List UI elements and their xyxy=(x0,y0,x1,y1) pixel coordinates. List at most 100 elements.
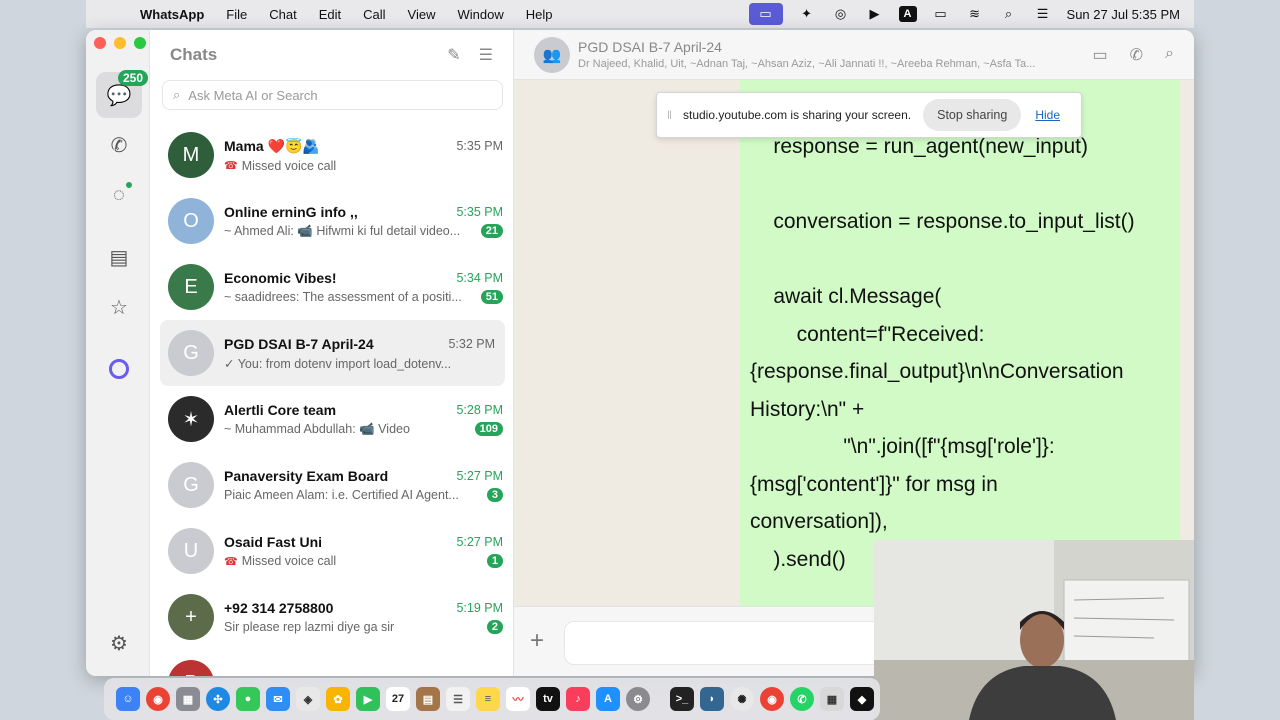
new-chat-icon[interactable]: ✎ xyxy=(447,45,460,65)
chat-row[interactable]: O Online erninG info ,, 5:35 PM ~ Ahmed … xyxy=(150,188,513,254)
conversation-header[interactable]: 👥 PGD DSAI B-7 April-24 Dr Najeed, Khali… xyxy=(514,30,1194,80)
facetime-icon[interactable]: ▶ xyxy=(356,687,380,711)
chat-avatar[interactable]: P xyxy=(168,660,214,676)
nav-meta-ai-button[interactable] xyxy=(96,346,142,392)
music-icon[interactable]: ♪ xyxy=(566,687,590,711)
app-store-icon[interactable]: A xyxy=(596,687,620,711)
nav-starred-button[interactable]: ☆ xyxy=(96,284,142,330)
hide-link[interactable]: Hide xyxy=(1035,108,1060,122)
app-icon[interactable]: ◆ xyxy=(850,687,874,711)
menu-help[interactable]: Help xyxy=(526,7,553,22)
code-line: conversation]), xyxy=(750,510,888,533)
battery-icon[interactable]: ▭ xyxy=(931,6,951,22)
finder-icon[interactable]: ☺ xyxy=(116,687,140,711)
wifi-icon[interactable]: ≋ xyxy=(965,6,985,22)
chat-avatar[interactable]: O xyxy=(168,198,214,244)
screen-share-status-icon[interactable]: ▭ xyxy=(748,3,783,25)
safari-icon[interactable]: ✣ xyxy=(206,687,230,711)
chat-time: 5:28 PM xyxy=(456,402,503,417)
nav-calls-button[interactable]: ✆ xyxy=(96,122,142,168)
chat-avatar[interactable]: M xyxy=(168,132,214,178)
chat-avatar[interactable]: + xyxy=(168,594,214,640)
menu-call[interactable]: Call xyxy=(363,7,385,22)
reminders-icon[interactable]: ☰ xyxy=(446,687,470,711)
play-status-icon[interactable]: ▶ xyxy=(865,6,885,22)
whatsapp-dock-icon[interactable]: ✆ xyxy=(790,687,814,711)
chat-avatar[interactable]: E xyxy=(168,264,214,310)
nav-status-button[interactable]: ◌ xyxy=(96,172,142,218)
chat-preview: ~ Ahmed Ali: 📹 Hifwmi ki ful detail vide… xyxy=(224,223,461,238)
search-input[interactable]: Ask Meta AI or Search xyxy=(188,88,317,103)
chrome-alt-icon[interactable]: ◉ xyxy=(760,687,784,711)
chats-title: Chats xyxy=(170,45,218,64)
avatar-label: G xyxy=(183,341,199,364)
voice-call-icon[interactable]: ✆ xyxy=(1130,45,1143,65)
chat-row[interactable]: G Panaversity Exam Board 5:27 PM Piaic A… xyxy=(150,452,513,518)
nav-archived-button[interactable]: ▤ xyxy=(96,234,142,280)
postgres-icon[interactable]: ◗ xyxy=(700,687,724,711)
chat-preview: ~ Muhammad Abdullah: 📹 Video xyxy=(224,421,410,436)
nav-settings-button[interactable]: ⚙ xyxy=(96,620,142,666)
avatar-label: G xyxy=(183,473,199,496)
video-call-icon[interactable]: ▭ xyxy=(1093,45,1108,65)
minimize-window-button[interactable] xyxy=(114,37,126,49)
maps-icon[interactable]: ◈ xyxy=(296,687,320,711)
stop-sharing-button[interactable]: Stop sharing xyxy=(923,99,1022,131)
launchpad-icon[interactable]: ▦ xyxy=(176,687,200,711)
search-messages-icon[interactable]: ⌕ xyxy=(1165,45,1174,65)
notes-brown-icon[interactable]: ▤ xyxy=(416,687,440,711)
chat-row[interactable]: E Economic Vibes! 5:34 PM ~ saadidrees: … xyxy=(150,254,513,320)
spotlight-search-icon[interactable]: ⌕ xyxy=(999,6,1019,22)
terminal-icon[interactable]: >_ xyxy=(670,687,694,711)
star-icon: ☆ xyxy=(110,296,128,319)
notes-icon[interactable]: ≡ xyxy=(476,687,500,711)
nav-chats-button[interactable]: 💬 250 xyxy=(96,70,149,118)
chat-avatar[interactable]: G xyxy=(168,330,214,376)
mail-icon[interactable]: ✉ xyxy=(266,687,290,711)
attach-plus-icon[interactable]: + xyxy=(530,627,544,655)
calendar-icon[interactable]: 27 xyxy=(386,687,410,711)
message-input[interactable] xyxy=(564,621,904,665)
chatgpt-icon[interactable]: ✺ xyxy=(730,687,754,711)
menu-file[interactable]: File xyxy=(226,7,247,22)
menu-window[interactable]: Window xyxy=(457,7,503,22)
airdrop-status-icon[interactable]: ◎ xyxy=(831,6,851,22)
accessibility-status-icon[interactable]: ✦ xyxy=(797,6,817,22)
chat-row[interactable]: G PGD DSAI B-7 April-24 5:32 PM ✓ You: f… xyxy=(160,320,505,386)
control-center-icon[interactable]: ☰ xyxy=(1033,6,1053,22)
keyboard-input-icon[interactable]: A xyxy=(898,6,917,22)
menu-view[interactable]: View xyxy=(408,7,436,22)
chat-row[interactable]: M Mama ❤️😇🫂 5:35 PM ☎ Missed voice call xyxy=(150,122,513,188)
photos-icon[interactable]: ✿ xyxy=(326,687,350,711)
chat-text: Alertli Core team 5:28 PM ~ Muhammad Abd… xyxy=(224,402,503,437)
chat-text: Panaversity Exam Board 5:27 PM Piaic Ame… xyxy=(224,468,503,502)
calculator-icon[interactable]: ▦ xyxy=(820,687,844,711)
webcam-overlay xyxy=(874,540,1194,720)
group-avatar[interactable]: 👥 xyxy=(534,36,570,73)
unread-count-badge: 1 xyxy=(486,554,503,568)
search-bar[interactable]: ⌕ Ask Meta AI or Search xyxy=(162,80,503,110)
filter-icon[interactable]: ☰ xyxy=(479,45,493,65)
menu-app-name[interactable]: WhatsApp xyxy=(140,7,204,22)
chat-top-line: Osaid Fast Uni 5:27 PM xyxy=(224,534,503,550)
chat-row[interactable]: P PGD - DSAI B-8 Fall-I-2024 5:18 PM xyxy=(150,650,513,676)
apple-tv-icon[interactable]: tv xyxy=(536,687,560,711)
chat-name: Panaversity Exam Board xyxy=(224,468,389,484)
freeform-icon[interactable]: 〰 xyxy=(506,687,530,711)
menu-clock[interactable]: Sun 27 Jul 5:35 PM xyxy=(1067,7,1180,22)
close-window-button[interactable] xyxy=(94,37,106,49)
chat-row[interactable]: ✶ Alertli Core team 5:28 PM ~ Muhammad A… xyxy=(150,386,513,452)
chat-avatar[interactable]: G xyxy=(168,462,214,508)
zoom-window-button[interactable] xyxy=(134,37,146,49)
system-settings-icon[interactable]: ⚙ xyxy=(626,687,650,711)
chat-avatar[interactable]: ✶ xyxy=(168,396,214,442)
chrome-icon[interactable]: ◉ xyxy=(146,687,170,711)
chat-row[interactable]: U Osaid Fast Uni 5:27 PM ☎ Missed voice … xyxy=(150,518,513,584)
menu-edit[interactable]: Edit xyxy=(319,7,341,22)
messages-icon[interactable]: ● xyxy=(236,687,260,711)
chat-time: 5:34 PM xyxy=(456,271,503,285)
chat-row[interactable]: + +92 314 2758800 5:19 PM Sir please rep… xyxy=(150,584,513,650)
menu-chat[interactable]: Chat xyxy=(269,7,296,22)
chat-avatar[interactable]: U xyxy=(168,528,214,574)
drag-handle-icon[interactable]: ‖ xyxy=(667,108,683,122)
